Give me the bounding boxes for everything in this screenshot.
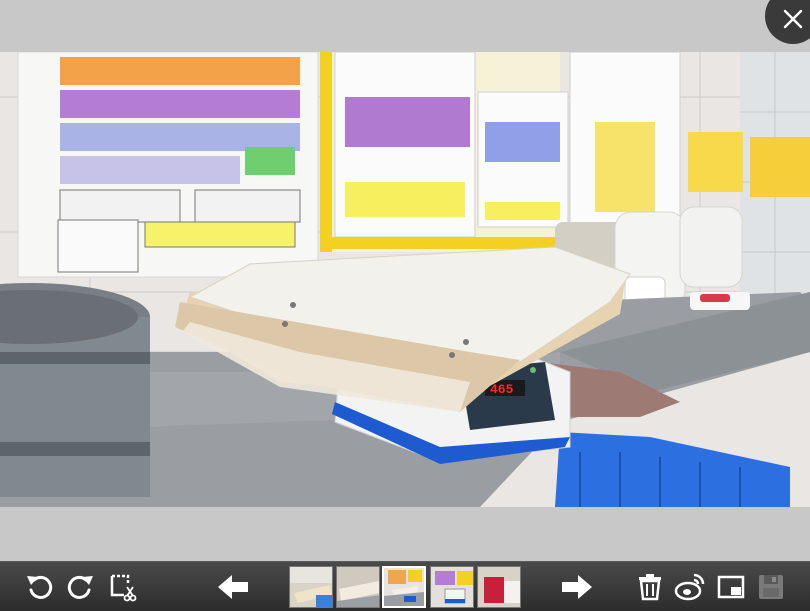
- delete-button[interactable]: [634, 571, 666, 603]
- rotate-right-icon: [67, 575, 93, 599]
- scale-display-text: 465: [490, 382, 514, 397]
- thumbnail-1[interactable]: [289, 566, 333, 608]
- thumbnail-4[interactable]: [430, 566, 474, 608]
- save-icon: [759, 575, 783, 599]
- crop-button[interactable]: [106, 571, 138, 603]
- thumbnail-2[interactable]: [336, 566, 380, 608]
- rotate-right-button[interactable]: [64, 571, 96, 603]
- save-button[interactable]: [755, 571, 787, 603]
- arrow-left-icon: [218, 575, 248, 599]
- share-weibo-button[interactable]: [674, 571, 706, 603]
- close-button[interactable]: [765, 0, 810, 44]
- weibo-icon: [674, 573, 705, 601]
- photo-illustration: 465: [0, 52, 810, 507]
- viewer-toolbar: [0, 561, 810, 611]
- arrow-right-icon: [562, 575, 592, 599]
- rotate-left-button[interactable]: [24, 571, 56, 603]
- picture-in-picture-icon: [717, 575, 745, 599]
- set-wallpaper-button[interactable]: [715, 571, 747, 603]
- thumbnail-5-image: [478, 567, 520, 607]
- thumbnail-4-image: [431, 567, 473, 607]
- next-button[interactable]: [560, 571, 594, 603]
- thumbnail-5[interactable]: [477, 566, 521, 608]
- thumbnail-3-current[interactable]: [382, 566, 426, 608]
- main-photo: 465: [0, 52, 810, 507]
- thumbnail-1-image: [290, 567, 332, 607]
- crop-icon: [110, 574, 137, 602]
- thumbnail-3-image: [384, 568, 424, 606]
- close-icon: [783, 9, 803, 29]
- image-viewer: 465: [0, 0, 810, 611]
- previous-button[interactable]: [216, 571, 250, 603]
- thumbnail-2-image: [337, 567, 379, 607]
- trash-icon: [639, 574, 661, 601]
- rotate-left-icon: [27, 575, 53, 599]
